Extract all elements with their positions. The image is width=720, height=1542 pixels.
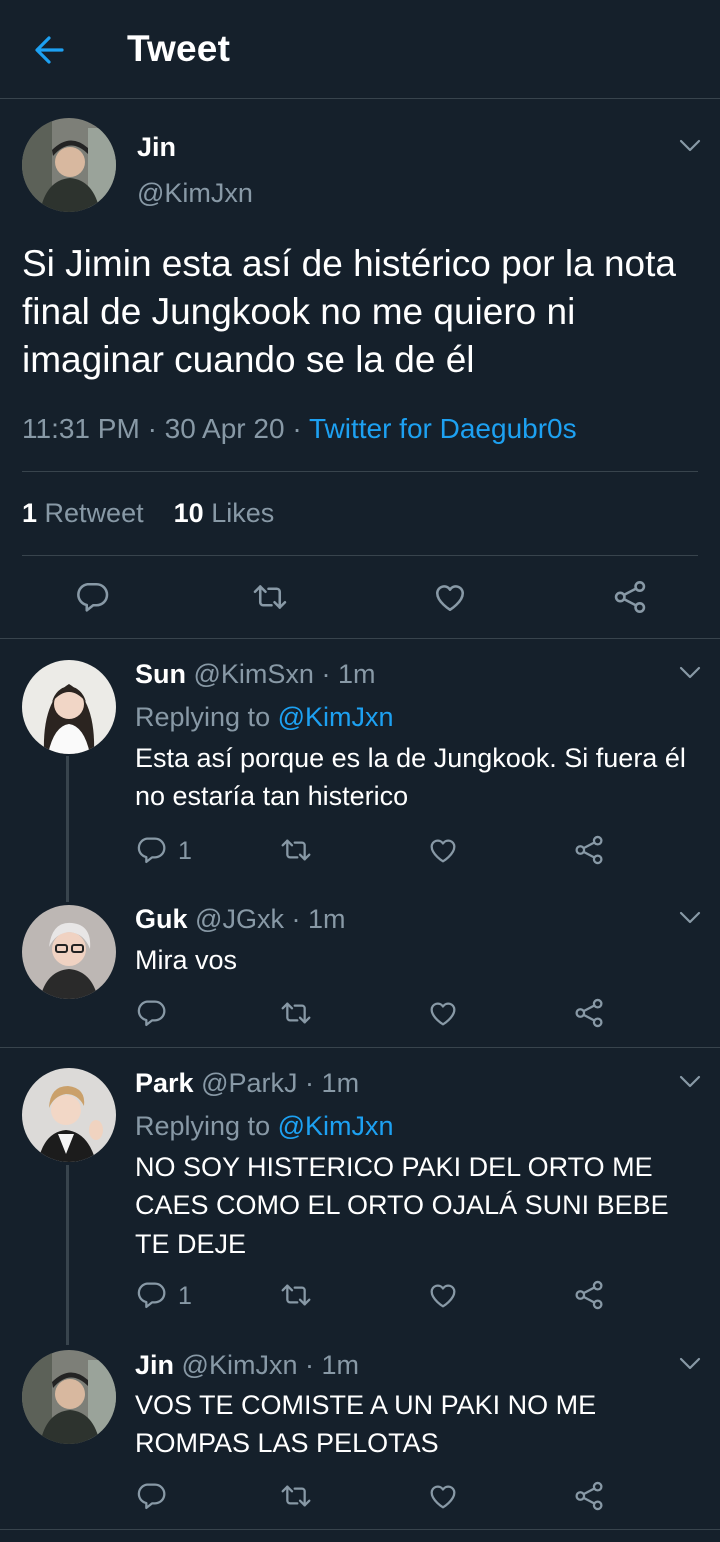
reply-text: NO SOY HISTERICO PAKI DEL ORTO ME CAES C… [135, 1152, 669, 1259]
replying-to-label: Replying to [135, 1111, 271, 1141]
avatar-sun[interactable] [22, 660, 116, 754]
divider [0, 638, 720, 639]
meta-separator: · [147, 413, 157, 444]
avatar-jin[interactable] [22, 1350, 116, 1444]
author-name[interactable]: Jin [137, 132, 176, 163]
likes-count: 10 [173, 498, 204, 528]
meta-separator: · [321, 659, 331, 689]
reply-text: VOS TE COMISTE A UN PAKI NO ME ROMPAS LA… [135, 1390, 597, 1459]
reply-icon[interactable] [135, 1279, 167, 1311]
retweets-label: Retweet [44, 498, 144, 528]
retweet-icon[interactable] [252, 579, 288, 615]
reply-icon[interactable] [74, 579, 110, 615]
tweet-time: 11:31 PM [22, 413, 140, 444]
reply-time: 1m [337, 659, 376, 689]
like-icon[interactable] [427, 1279, 459, 1311]
meta-separator: · [292, 413, 302, 444]
like-icon[interactable] [427, 834, 459, 866]
chevron-down-icon[interactable] [678, 1073, 702, 1091]
meta-separator: · [291, 904, 301, 934]
chevron-down-icon[interactable] [678, 137, 702, 155]
tweet-stats: 1 Retweet 10 Likes [22, 498, 274, 529]
reply-author-handle[interactable]: @ParkJ [201, 1068, 297, 1098]
reply-author-name[interactable]: Jin [135, 1350, 174, 1380]
page-title: Tweet [127, 28, 231, 69]
reply-icon[interactable] [135, 1480, 167, 1512]
reply-icon[interactable] [135, 997, 167, 1029]
avatar-jin[interactable] [22, 118, 116, 212]
reply-author-name[interactable]: Sun [135, 659, 186, 689]
replying-to: Replying to @KimJxn [135, 702, 394, 733]
reply-author-handle[interactable]: @KimJxn [182, 1350, 298, 1380]
tweet-date: 30 Apr 20 [164, 413, 285, 444]
tweet-source-link[interactable]: Twitter for Daegubr0s [309, 413, 577, 444]
like-icon[interactable] [427, 997, 459, 1029]
reply-count: 1 [178, 1282, 192, 1310]
likes-stat[interactable]: 10 Likes [174, 498, 275, 528]
meta-separator: · [304, 1350, 314, 1380]
retweet-icon[interactable] [280, 997, 312, 1029]
reply-time: 1m [307, 904, 346, 934]
retweet-icon[interactable] [280, 834, 312, 866]
likes-label: Likes [211, 498, 275, 528]
share-icon[interactable] [573, 834, 605, 866]
retweets-stat[interactable]: 1 Retweet [22, 498, 144, 528]
thread-line [66, 1165, 69, 1345]
divider [22, 555, 698, 556]
top-bar: Tweet [0, 0, 720, 99]
retweet-icon[interactable] [280, 1279, 312, 1311]
replying-to-label: Replying to [135, 702, 271, 732]
reply-text: Esta así porque es la de Jungkook. Si fu… [135, 743, 686, 812]
reply-header: Park @ParkJ · 1m [135, 1068, 359, 1099]
tweet-text: Si Jimin esta así de histérico por la no… [22, 243, 676, 381]
chevron-down-icon[interactable] [678, 664, 702, 682]
divider [0, 1047, 720, 1048]
retweet-icon[interactable] [280, 1480, 312, 1512]
chevron-down-icon[interactable] [678, 1355, 702, 1373]
thread-line [66, 756, 69, 902]
divider [0, 1529, 720, 1530]
avatar-guk[interactable] [22, 905, 116, 999]
like-icon[interactable] [432, 579, 468, 615]
reply-header: Sun @KimSxn · 1m [135, 659, 376, 690]
reply-text: Mira vos [135, 945, 238, 975]
reply-author-name[interactable]: Guk [135, 904, 188, 934]
avatar-park[interactable] [22, 1068, 116, 1162]
reply-time: 1m [321, 1068, 360, 1098]
retweets-count: 1 [22, 498, 38, 528]
divider [22, 471, 698, 472]
share-icon[interactable] [573, 997, 605, 1029]
reply-header: Guk @JGxk · 1m [135, 904, 346, 935]
reply-author-handle[interactable]: @KimSxn [194, 659, 314, 689]
tweet-meta: 11:31 PM · 30 Apr 20 · Twitter for Daegu… [22, 413, 577, 445]
like-icon[interactable] [427, 1480, 459, 1512]
replying-to-link[interactable]: @KimJxn [278, 1111, 394, 1141]
replying-to-link[interactable]: @KimJxn [278, 702, 394, 732]
reply-author-handle[interactable]: @JGxk [195, 904, 284, 934]
author-handle[interactable]: @KimJxn [137, 178, 253, 209]
reply-count: 1 [178, 837, 192, 865]
back-arrow-icon[interactable] [32, 30, 68, 70]
share-icon[interactable] [612, 579, 648, 615]
replying-to: Replying to @KimJxn [135, 1111, 394, 1142]
reply-time: 1m [321, 1350, 360, 1380]
share-icon[interactable] [573, 1480, 605, 1512]
reply-icon[interactable] [135, 834, 167, 866]
chevron-down-icon[interactable] [678, 909, 702, 927]
share-icon[interactable] [573, 1279, 605, 1311]
reply-header: Jin @KimJxn · 1m [135, 1350, 359, 1381]
reply-author-name[interactable]: Park [135, 1068, 194, 1098]
meta-separator: · [305, 1068, 315, 1098]
